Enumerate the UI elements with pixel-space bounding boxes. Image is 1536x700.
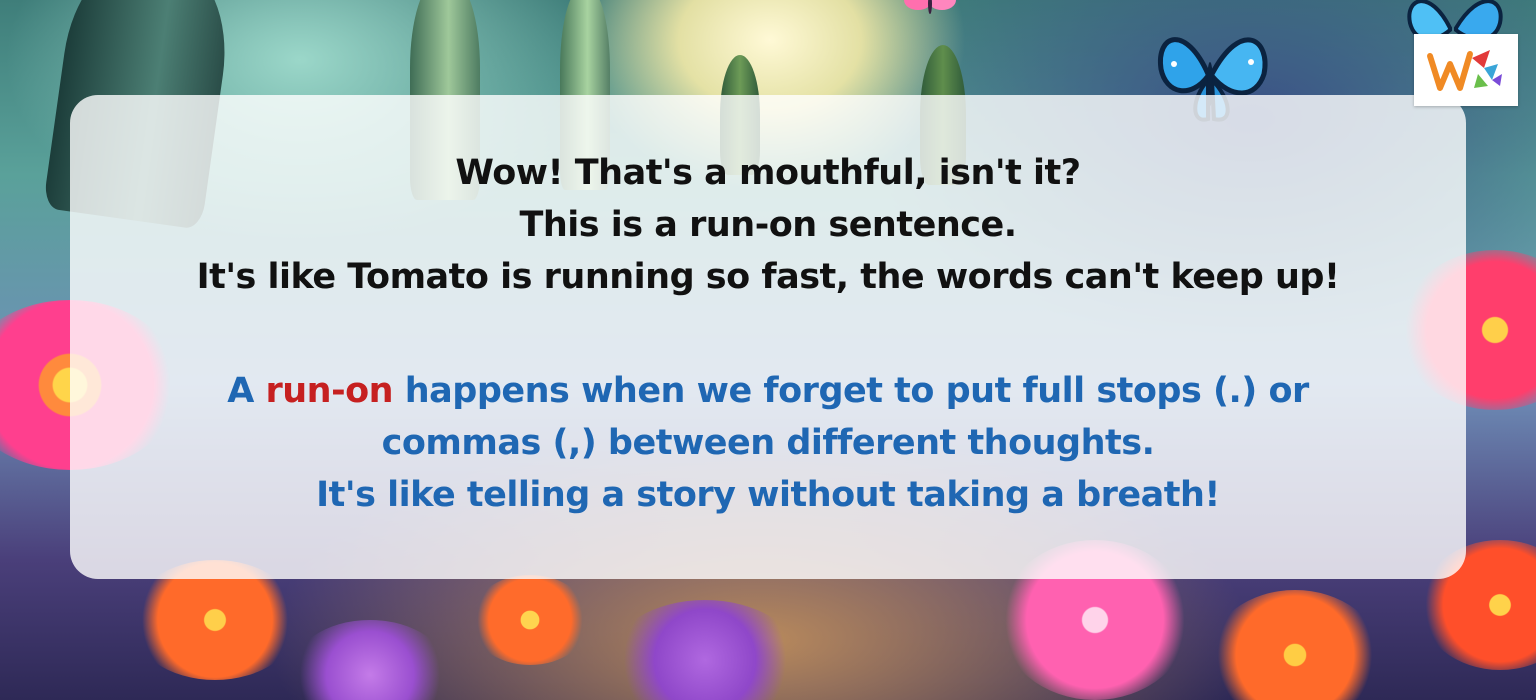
run-on-highlight: run-on: [265, 371, 394, 411]
intro-line: It's like Tomato is running so fast, the…: [196, 257, 1340, 297]
flower: [470, 575, 590, 665]
explanation-line: A run-on happens when we forget to put f…: [70, 365, 1466, 417]
butterfly-icon: [904, 0, 956, 14]
intro-line: Wow! That's a mouthful, isn't it?: [455, 153, 1081, 193]
w-logo-icon: [1427, 50, 1502, 91]
explanation-line: commas (,) between different thoughts.: [381, 423, 1155, 463]
brand-logo: [1414, 34, 1518, 106]
explanation-end: happens when we forget to put full stops…: [404, 371, 1310, 411]
explanation-line: It's like telling a story without taking…: [316, 475, 1220, 515]
intro-line: This is a run-on sentence.: [519, 205, 1017, 245]
explanation-start: A: [227, 371, 254, 411]
explanation-text: A run-on happens when we forget to put f…: [70, 365, 1466, 521]
flower: [290, 620, 450, 700]
intro-text: Wow! That's a mouthful, isn't it? This i…: [70, 147, 1466, 303]
flower: [1210, 590, 1380, 700]
content-card: Wow! That's a mouthful, isn't it? This i…: [70, 95, 1466, 579]
flower: [610, 600, 800, 700]
